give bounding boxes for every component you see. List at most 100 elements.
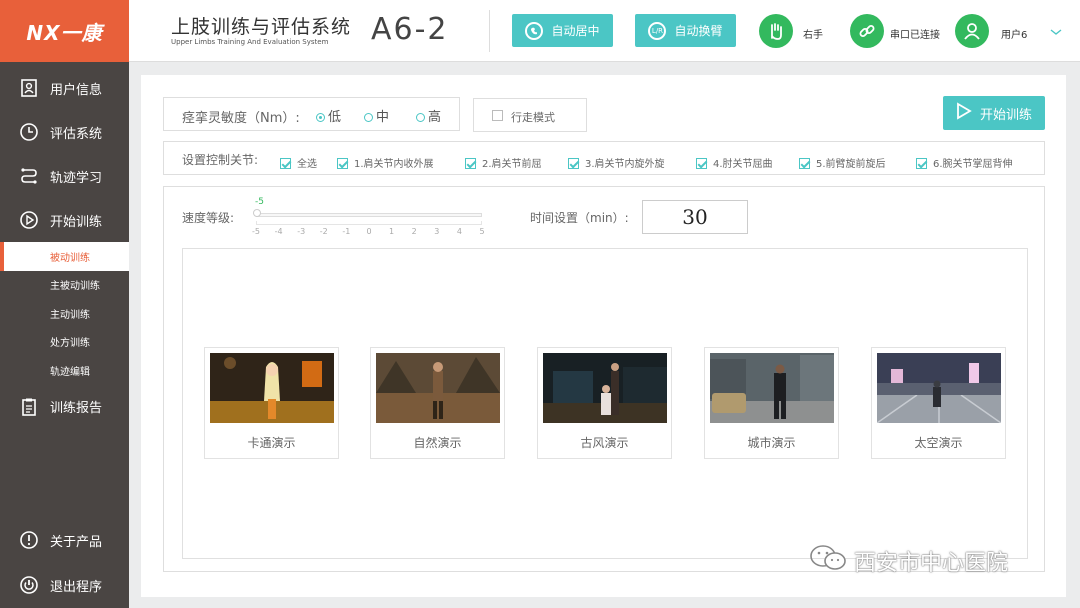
scene-caption: 自然演示 bbox=[413, 436, 462, 450]
wechat-icon bbox=[808, 543, 848, 579]
walk-mode-toggle[interactable]: 行走模式 bbox=[473, 98, 587, 132]
tick-label: 5 bbox=[479, 227, 485, 236]
joint-select-all[interactable]: 全选 bbox=[280, 155, 317, 170]
time-label: 时间设置（min）: bbox=[530, 211, 629, 225]
ancient-scene-thumbnail bbox=[543, 353, 667, 423]
nav-assessment[interactable]: 评估系统 bbox=[0, 110, 129, 154]
scene-card-ancient[interactable]: 古风演示 bbox=[537, 347, 672, 459]
joint-3[interactable]: 3.肩关节内旋外旋 bbox=[568, 155, 665, 170]
tick-label: -1 bbox=[342, 227, 351, 236]
nav-label: 关于产品 bbox=[50, 534, 103, 550]
sensitivity-medium[interactable]: 中 bbox=[364, 106, 389, 125]
checkbox-checked-icon bbox=[465, 157, 476, 169]
slider-ticks bbox=[256, 221, 482, 225]
cartoon-scene-thumbnail bbox=[210, 353, 334, 423]
scene-caption: 城市演示 bbox=[747, 436, 796, 450]
divider bbox=[489, 10, 490, 52]
speed-label: 速度等级: bbox=[182, 211, 235, 225]
start-training-button[interactable]: 开始训练 bbox=[943, 96, 1045, 130]
checkbox-checked-icon bbox=[916, 157, 927, 169]
link-icon bbox=[850, 14, 884, 48]
scene-card-space[interactable]: 太空演示 bbox=[871, 347, 1006, 459]
time-input[interactable]: 30 bbox=[642, 200, 748, 234]
sidebar: NX一康 用户信息 评估系统 轨迹学习 开始训练 被动训练 主被动训练 主动训练… bbox=[0, 0, 129, 608]
scene-card-cartoon[interactable]: 卡通演示 bbox=[204, 347, 339, 459]
checkbox-checked-icon bbox=[280, 157, 291, 169]
sub-passive-training[interactable]: 被动训练 bbox=[0, 242, 129, 271]
sub-active-passive-training[interactable]: 主被动训练 bbox=[0, 271, 129, 300]
scene-caption: 太空演示 bbox=[914, 436, 963, 450]
main-content: 痉挛灵敏度（Nm）: 低 中 高 行走模式 开始训练 设置控制关节: 全选 1.… bbox=[141, 75, 1066, 597]
chevron-down-icon[interactable] bbox=[1050, 22, 1062, 41]
auto-swap-arm-label: 自动换臂 bbox=[674, 24, 723, 38]
nav-about[interactable]: 关于产品 bbox=[0, 518, 129, 562]
auto-center-label: 自动居中 bbox=[551, 24, 600, 38]
watermark-text: 西安市中心医院 bbox=[854, 551, 1009, 576]
scene-card-nature[interactable]: 自然演示 bbox=[370, 347, 505, 459]
nav-exit[interactable]: 退出程序 bbox=[0, 563, 129, 607]
sub-trajectory-edit[interactable]: 轨迹编辑 bbox=[0, 356, 129, 385]
speed-slider[interactable]: -5 -5 -4 -3 -2 -1 0 1 2 3 4 5 bbox=[252, 197, 486, 242]
checkbox-icon bbox=[492, 110, 503, 121]
nav-label: 用户信息 bbox=[50, 82, 103, 98]
user-name[interactable]: 用户6 bbox=[1001, 26, 1027, 41]
space-scene-thumbnail bbox=[877, 353, 1001, 423]
nav-label: 训练报告 bbox=[50, 401, 103, 416]
joint-5[interactable]: 5.前臂旋前旋后 bbox=[799, 155, 886, 170]
tick-label: 1 bbox=[389, 227, 395, 236]
city-scene-thumbnail bbox=[710, 353, 834, 423]
training-settings-panel: 速度等级: -5 -5 -4 -3 -2 -1 0 1 2 3 4 5 时间设置（min）: 30 … bbox=[163, 186, 1045, 572]
slider-track bbox=[256, 213, 482, 217]
speed-value: -5 bbox=[255, 197, 264, 207]
app-subtitle: Upper Limbs Training And Evaluation Syst… bbox=[171, 38, 329, 46]
power-icon bbox=[18, 574, 40, 596]
top-bar: 上肢训练与评估系统 Upper Limbs Training And Evalu… bbox=[129, 0, 1080, 62]
tick-label: 2 bbox=[411, 227, 417, 236]
checkbox-checked-icon bbox=[696, 157, 707, 169]
start-training-label: 开始训练 bbox=[979, 107, 1032, 123]
nav-report[interactable]: 训练报告 bbox=[0, 385, 129, 429]
joint-1[interactable]: 1.肩关节内收外展 bbox=[337, 155, 434, 170]
play-icon bbox=[18, 209, 40, 231]
slider-handle[interactable] bbox=[253, 209, 261, 217]
tick-label: -4 bbox=[274, 227, 283, 236]
joints-panel: 设置控制关节: 全选 1.肩关节内收外展 2.肩关节前屈 3.肩关节内旋外旋 4… bbox=[163, 141, 1045, 175]
logo: NX一康 bbox=[0, 0, 129, 62]
tick-label: -2 bbox=[319, 227, 328, 236]
user-avatar-icon[interactable] bbox=[955, 14, 989, 48]
joint-4[interactable]: 4.肘关节屈曲 bbox=[696, 155, 773, 170]
radio-icon bbox=[364, 113, 373, 122]
play-icon bbox=[956, 102, 972, 124]
report-icon bbox=[18, 396, 40, 418]
sensitivity-label: 痉挛灵敏度（Nm）: bbox=[182, 111, 300, 126]
sensitivity-high[interactable]: 高 bbox=[416, 106, 441, 125]
joint-2[interactable]: 2.肩关节前屈 bbox=[465, 155, 542, 170]
nav-trajectory[interactable]: 轨迹学习 bbox=[0, 154, 129, 198]
sub-active-training[interactable]: 主动训练 bbox=[0, 299, 129, 328]
checkbox-checked-icon bbox=[799, 157, 810, 169]
scene-card-city[interactable]: 城市演示 bbox=[704, 347, 839, 459]
user-info-icon bbox=[18, 77, 40, 99]
path-icon bbox=[18, 165, 40, 187]
model-number: A6-2 bbox=[371, 12, 449, 47]
tick-label: -5 bbox=[252, 227, 260, 236]
sensitivity-low[interactable]: 低 bbox=[316, 106, 341, 125]
tick-label: -3 bbox=[297, 227, 306, 236]
nav-user-info[interactable]: 用户信息 bbox=[0, 66, 129, 110]
checkbox-checked-icon bbox=[568, 157, 579, 169]
nav-start-training[interactable]: 开始训练 bbox=[0, 198, 129, 242]
joint-6[interactable]: 6.腕关节掌屈背伸 bbox=[916, 155, 1013, 170]
tick-label: 3 bbox=[434, 227, 440, 236]
nav-label: 评估系统 bbox=[50, 126, 103, 142]
hand-icon[interactable] bbox=[759, 14, 793, 48]
joints-label: 设置控制关节: bbox=[182, 153, 259, 167]
auto-center-icon bbox=[525, 21, 544, 40]
sensitivity-panel: 痉挛灵敏度（Nm）: 低 中 高 bbox=[163, 97, 460, 131]
auto-swap-arm-button[interactable]: L/R 自动换臂 bbox=[635, 14, 736, 47]
info-icon bbox=[18, 529, 40, 551]
nature-scene-thumbnail bbox=[376, 353, 500, 423]
swap-arm-icon: L/R bbox=[648, 21, 667, 40]
scene-caption: 卡通演示 bbox=[247, 436, 296, 450]
sub-prescription-training[interactable]: 处方训练 bbox=[0, 328, 129, 357]
auto-center-button[interactable]: 自动居中 bbox=[512, 14, 613, 47]
